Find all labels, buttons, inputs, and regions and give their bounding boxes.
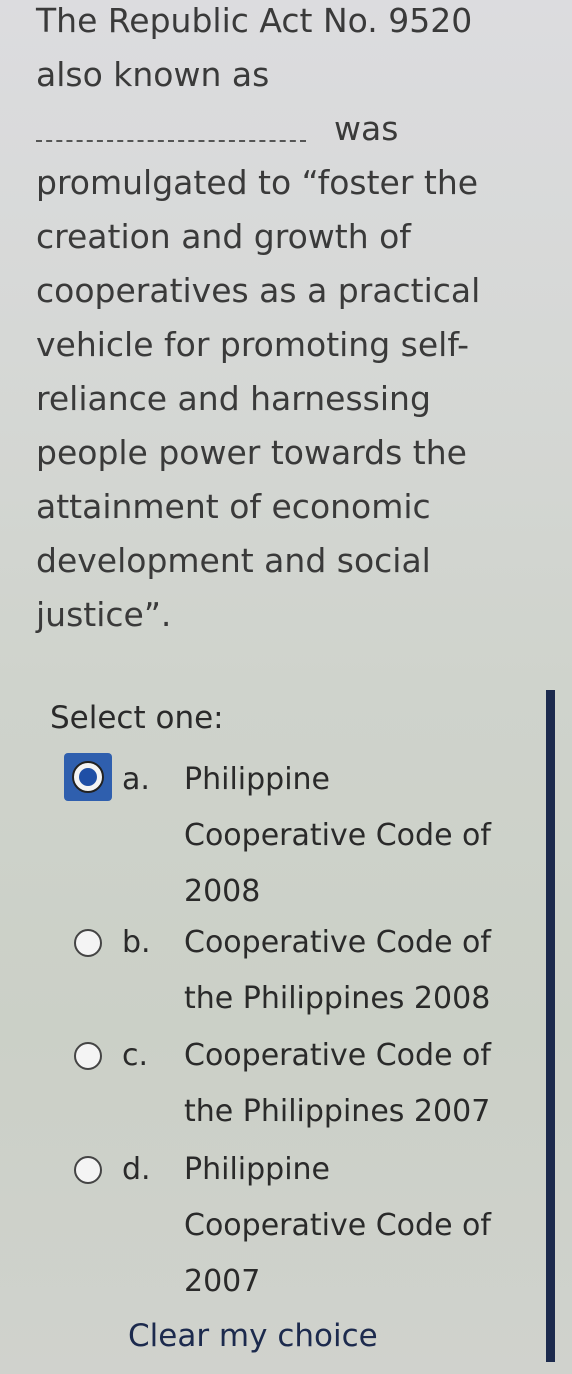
option-letter: b. (122, 925, 151, 960)
option-label-line: Cooperative Code of (184, 818, 491, 853)
question-line: cooperatives as a practical (36, 271, 481, 310)
question-line: also known as (36, 55, 270, 94)
option-label-line: Cooperative Code of (184, 1208, 491, 1243)
option-label: Cooperative Code of the Philippines 2008 (184, 915, 554, 1027)
question-line: justice”. (36, 595, 172, 634)
select-one-label: Select one: (50, 700, 224, 736)
question-line: was (334, 109, 399, 148)
question-blank-row: was (36, 102, 556, 156)
option-label: Philippine Cooperative Code of 2007 (184, 1142, 554, 1310)
question-line: creation and growth of (36, 217, 411, 256)
answer-blank (36, 140, 306, 142)
question-line: development and social (36, 541, 431, 580)
radio-unselected-icon[interactable] (74, 1042, 102, 1070)
question-line: attainment of economic (36, 487, 431, 526)
question-line: vehicle for promoting self- (36, 325, 470, 364)
question-line: The Republic Act No. 9520 (36, 1, 473, 40)
option-label-line: the Philippines 2008 (184, 981, 491, 1016)
question-line: people power towards the (36, 433, 467, 472)
radio-dot (79, 768, 97, 786)
option-label-line: Philippine (184, 762, 331, 797)
question-text: The Republic Act No. 9520 also known as … (36, 0, 556, 642)
radio-unselected-icon[interactable] (74, 929, 102, 957)
option-label: Cooperative Code of the Philippines 2007 (184, 1028, 554, 1140)
option-label-line: 2007 (184, 1264, 261, 1299)
option-letter: a. (122, 762, 150, 797)
radio-unselected-icon[interactable] (74, 1156, 102, 1184)
question-line: promulgated to “foster the (36, 163, 479, 202)
question-line: reliance and harnessing (36, 379, 431, 418)
radio-selected-icon[interactable] (64, 753, 112, 801)
option-label-line: Philippine (184, 1152, 331, 1187)
option-label-line: Cooperative Code of (184, 925, 491, 960)
option-label: Philippine Cooperative Code of 2008 (184, 752, 554, 920)
option-letter: d. (122, 1152, 151, 1187)
option-label-line: 2008 (184, 874, 261, 909)
option-letter: c. (122, 1038, 149, 1073)
option-label-line: Cooperative Code of (184, 1038, 491, 1073)
clear-choice-link[interactable]: Clear my choice (128, 1318, 378, 1354)
option-label-line: the Philippines 2007 (184, 1094, 491, 1129)
